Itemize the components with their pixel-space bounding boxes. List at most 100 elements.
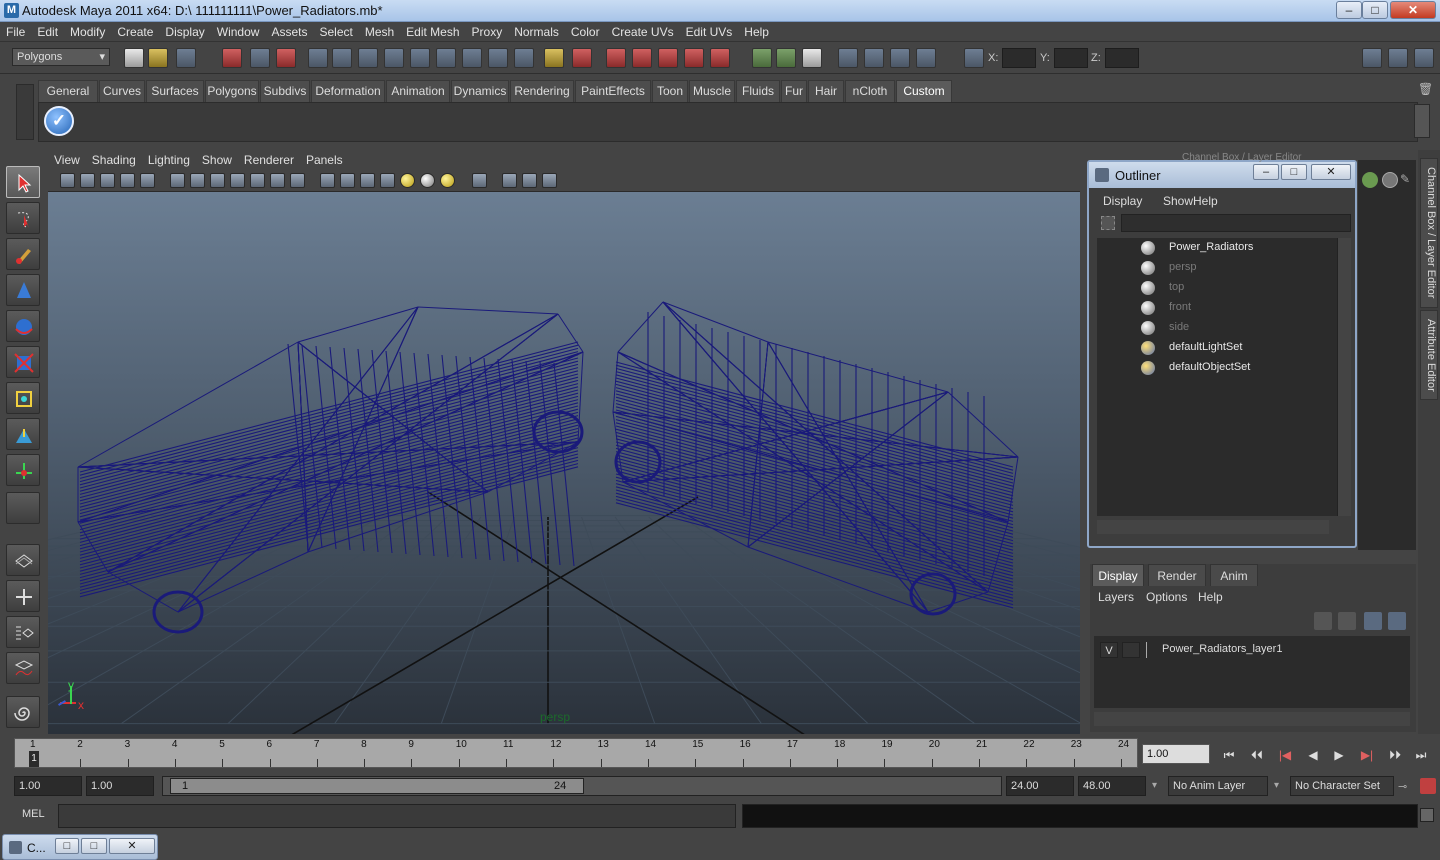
go-to-start-icon[interactable]: ⏮: [1218, 746, 1240, 764]
menu-window[interactable]: Window: [211, 22, 266, 42]
construction-history-icon[interactable]: [802, 48, 822, 68]
soft-mod-tool[interactable]: [6, 418, 40, 450]
menu-file[interactable]: File: [0, 22, 31, 42]
resolution-gate-icon[interactable]: [190, 173, 205, 188]
menu-edit-mesh[interactable]: Edit Mesh: [400, 22, 465, 42]
rotate-tool[interactable]: [6, 310, 40, 342]
shelf-tab-general[interactable]: General: [38, 80, 98, 102]
outliner-item[interactable]: side: [1097, 318, 1337, 338]
select-joints-icon[interactable]: [358, 48, 378, 68]
menu-edit[interactable]: Edit: [31, 22, 64, 42]
shelf-tab-deformation[interactable]: Deformation: [311, 80, 385, 102]
menu-proxy[interactable]: Proxy: [466, 22, 509, 42]
help-icon[interactable]: [514, 48, 534, 68]
outliner-item[interactable]: persp: [1097, 258, 1337, 278]
shelf-scroll[interactable]: [1414, 104, 1430, 138]
use-all-lights-icon[interactable]: [400, 173, 415, 188]
outliner-vertical-scrollbar[interactable]: [1337, 238, 1351, 516]
shelf-tab-polygons[interactable]: Polygons: [205, 80, 259, 102]
show-attribute-editor-icon[interactable]: [1388, 48, 1408, 68]
menu-create-uvs[interactable]: Create UVs: [606, 22, 680, 42]
scale-tool[interactable]: [6, 346, 40, 378]
menu-assets[interactable]: Assets: [265, 22, 313, 42]
smooth-shade-icon[interactable]: [340, 173, 355, 188]
camera-attributes-icon[interactable]: [80, 173, 95, 188]
lock-selection-icon[interactable]: [544, 48, 564, 68]
select-handles-icon[interactable]: [332, 48, 352, 68]
ipr-render-icon[interactable]: [890, 48, 910, 68]
shelf-tab-rendering[interactable]: Rendering: [510, 80, 574, 102]
grid-toggle-icon[interactable]: [140, 173, 155, 188]
minimize-button[interactable]: –: [1336, 1, 1362, 19]
start-time-field[interactable]: 1.00: [14, 776, 82, 796]
viewport-menu-view[interactable]: View: [48, 150, 86, 170]
safe-title-icon[interactable]: [270, 173, 285, 188]
move-tool[interactable]: [6, 274, 40, 306]
lasso-tool[interactable]: [6, 202, 40, 234]
viewport-menu-lighting[interactable]: Lighting: [142, 150, 196, 170]
shelf-tab-ncloth[interactable]: nCloth: [845, 80, 895, 102]
move-up-icon[interactable]: [1364, 612, 1382, 630]
outliner-menu-show[interactable]: Show: [1163, 194, 1193, 208]
minimized-window[interactable]: C... □ □ ✕: [2, 834, 158, 860]
select-surfaces-icon[interactable]: [410, 48, 430, 68]
menu-mesh[interactable]: Mesh: [359, 22, 400, 42]
select-dynamics-icon[interactable]: [462, 48, 482, 68]
command-input[interactable]: [58, 804, 736, 828]
shelf-tab-dynamics[interactable]: Dynamics: [451, 80, 509, 102]
viewport-menu-shading[interactable]: Shading: [86, 150, 142, 170]
end-time-field[interactable]: 48.00: [1078, 776, 1146, 796]
select-object-icon[interactable]: [250, 48, 270, 68]
filter-icon[interactable]: [1101, 216, 1115, 230]
new-layer-icon[interactable]: [1314, 612, 1332, 630]
render-current-frame-icon[interactable]: [864, 48, 884, 68]
step-forward-frame-icon[interactable]: ▶|: [1356, 746, 1378, 764]
menu-select[interactable]: Select: [313, 22, 358, 42]
outliner-minimize-button[interactable]: –: [1253, 164, 1279, 180]
step-back-frame-icon[interactable]: |◀: [1274, 746, 1296, 764]
tab-attribute-editor[interactable]: Attribute Editor: [1420, 310, 1438, 400]
x-field[interactable]: [1002, 48, 1036, 68]
show-manipulator-tool[interactable]: [6, 454, 40, 486]
menu-create[interactable]: Create: [111, 22, 159, 42]
tab-channel-box[interactable]: Channel Box / Layer Editor: [1420, 158, 1438, 308]
minimized-maximize-button[interactable]: □: [81, 838, 107, 854]
playback-start-field[interactable]: 1.00: [86, 776, 154, 796]
snap-point-icon[interactable]: [658, 48, 678, 68]
persp-graph-layout[interactable]: [6, 652, 40, 684]
shelf-tab-curves[interactable]: Curves: [99, 80, 145, 102]
maximize-button[interactable]: □: [1362, 1, 1388, 19]
y-field[interactable]: [1054, 48, 1088, 68]
mask-menu-icon[interactable]: [308, 48, 328, 68]
shelf-tab-surfaces[interactable]: Surfaces: [146, 80, 204, 102]
play-backwards-icon[interactable]: ◀: [1302, 746, 1324, 764]
layer-horizontal-scrollbar[interactable]: [1094, 712, 1410, 726]
menu-normals[interactable]: Normals: [508, 22, 565, 42]
viewport-menu-panels[interactable]: Panels: [300, 150, 349, 170]
go-to-end-icon[interactable]: ⏭: [1410, 746, 1432, 764]
outliner-close-button[interactable]: ✕: [1311, 164, 1351, 180]
time-slider[interactable]: 1 2 3 4 5 6 7 8 9 10 11 12 13 14 15 16 17 18 19 20 21 22 23 24 1: [14, 738, 1138, 768]
checkmark-icon[interactable]: ✓: [44, 106, 74, 136]
show-tool-settings-icon[interactable]: [1414, 48, 1434, 68]
layer-playback-toggle[interactable]: [1122, 642, 1140, 658]
minimized-restore-button[interactable]: □: [55, 838, 79, 854]
menu-help[interactable]: Help: [738, 22, 775, 42]
anim-layer-dropdown[interactable]: No Anim Layer: [1168, 776, 1268, 796]
pencil-icon[interactable]: ✎: [1400, 172, 1414, 188]
current-frame-field[interactable]: 1.00: [1142, 744, 1210, 764]
select-deformations-icon[interactable]: [436, 48, 456, 68]
shelf-menu-toggle[interactable]: [16, 84, 34, 140]
wireframe-icon[interactable]: [320, 173, 335, 188]
universal-manipulator-tool[interactable]: [6, 382, 40, 414]
make-live-icon[interactable]: [710, 48, 730, 68]
four-pane-layout[interactable]: [6, 580, 40, 612]
safe-action-icon[interactable]: [250, 173, 265, 188]
select-component-icon[interactable]: [276, 48, 296, 68]
outliner-item[interactable]: top: [1097, 278, 1337, 298]
select-tool[interactable]: [6, 166, 40, 198]
save-scene-icon[interactable]: [176, 48, 196, 68]
highlight-selection-icon[interactable]: [572, 48, 592, 68]
shadows-icon[interactable]: [420, 173, 435, 188]
shelf-tab-muscle[interactable]: Muscle: [689, 80, 735, 102]
